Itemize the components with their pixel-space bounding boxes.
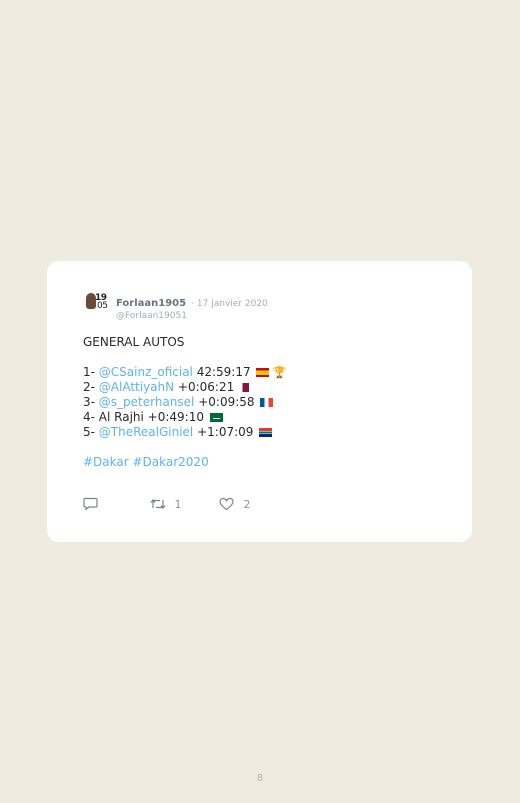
like-button[interactable]: 2 <box>219 497 251 511</box>
row-time: +0:06:21 <box>174 380 235 394</box>
avatar[interactable]: 19 05 <box>83 293 111 315</box>
trophy-icon: 🏆 <box>272 366 287 379</box>
mention-link[interactable]: @TheRealGiniel <box>99 425 193 439</box>
hashtags[interactable]: #Dakar #Dakar2020 <box>83 455 286 470</box>
row-prefix: 5- <box>83 425 99 439</box>
standing-row-1: 1- @CSainz_oficial 42:59:17 🏆 <box>83 365 286 380</box>
spain-flag-icon <box>256 368 270 377</box>
author-name[interactable]: Forlaan1905 <box>116 298 186 309</box>
south-africa-flag-icon <box>259 428 273 437</box>
reply-icon <box>83 497 98 511</box>
mention-link[interactable]: @AlAttiyahN <box>99 380 174 394</box>
row-time: +0:09:58 <box>194 395 255 409</box>
france-flag-icon <box>260 398 274 407</box>
tweet-body: GENERAL AUTOS 1- @CSainz_oficial 42:59:1… <box>83 335 286 470</box>
avatar-text-bottom: 05 <box>97 301 108 311</box>
tweet-card: 19 05 Forlaan1905 · 17 janvier 2020 @For… <box>47 261 472 542</box>
standing-row-4: 4- Al Rajhi +0:49:10 <box>83 410 286 425</box>
mention-link[interactable]: @s_peterhansel <box>99 395 195 409</box>
author-handle[interactable]: @Forlaan19051 <box>116 311 268 321</box>
row-prefix: 2- <box>83 380 99 394</box>
retweet-icon <box>150 499 166 509</box>
row-prefix: 4- Al Rajhi <box>83 410 144 424</box>
row-prefix: 1- <box>83 365 99 379</box>
heart-icon <box>219 497 234 511</box>
mention-link[interactable]: @CSainz_oficial <box>99 365 193 379</box>
like-count: 2 <box>243 498 251 511</box>
page-number: 8 <box>256 773 264 784</box>
reply-button[interactable] <box>83 497 98 511</box>
tweet-date[interactable]: · 17 janvier 2020 <box>191 299 268 309</box>
qatar-flag-icon <box>240 383 250 392</box>
standing-row-3: 3- @s_peterhansel +0:09:58 <box>83 395 286 410</box>
retweet-count: 1 <box>174 498 182 511</box>
tweet-title: GENERAL AUTOS <box>83 335 185 349</box>
row-time: 42:59:17 <box>192 365 251 379</box>
standing-row-2: 2- @AlAttiyahN +0:06:21 <box>83 380 286 395</box>
standing-row-5: 5- @TheRealGiniel +1:07:09 <box>83 425 286 440</box>
author-block: Forlaan1905 · 17 janvier 2020 @Forlaan19… <box>116 291 268 321</box>
row-time: +0:49:10 <box>143 410 204 424</box>
row-prefix: 3- <box>83 395 99 409</box>
row-time: +1:07:09 <box>193 425 254 439</box>
retweet-button[interactable]: 1 <box>150 497 182 511</box>
saudi-arabia-flag-icon <box>209 413 223 422</box>
